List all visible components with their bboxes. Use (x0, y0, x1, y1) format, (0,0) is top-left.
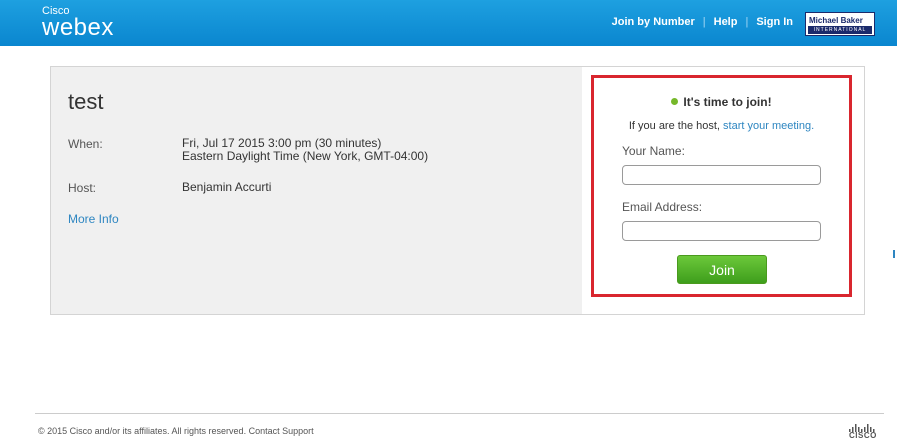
start-meeting-link[interactable]: start your meeting. (723, 120, 814, 132)
when-label: When: (68, 137, 103, 151)
email-label: Email Address: (622, 200, 703, 214)
contact-support-link[interactable]: Contact Support (249, 426, 314, 436)
host-start-text: If you are the host, (628, 120, 720, 132)
sign-in-link[interactable]: Sign In (756, 16, 793, 28)
join-status: It's time to join! (594, 95, 849, 109)
join-button[interactable]: Join (677, 255, 767, 284)
email-input[interactable] (622, 221, 821, 241)
help-link[interactable]: Help (714, 16, 738, 28)
when-value-line2: Eastern Daylight Time (New York, GMT-04:… (182, 149, 429, 163)
edge-scroll-indicator (893, 250, 895, 258)
top-header: Cisco webex Join by Number | Help | Sign In … (0, 0, 897, 46)
footer-divider (35, 413, 884, 414)
meeting-title: test (68, 89, 104, 114)
partner-logo-name: Michael Baker (809, 16, 863, 25)
your-name-input[interactable] (622, 165, 821, 185)
more-info-link[interactable]: More Info (68, 212, 119, 226)
logo-webex-text: webex (42, 14, 114, 41)
michael-baker-logo: Michael Baker INTERNATIONAL (805, 12, 875, 36)
your-name-label: Your Name: (622, 144, 685, 158)
join-by-number-link[interactable]: Join by Number (612, 16, 695, 28)
host-label: Host: (68, 181, 97, 195)
host-value: Benjamin Accurti (182, 180, 272, 194)
partner-logo-subtitle: INTERNATIONAL (808, 26, 872, 34)
cisco-logo-text: CISCO (849, 431, 877, 440)
footer-copyright: © 2015 Cisco and/or its affiliates. All … (38, 426, 314, 436)
cisco-logo: CISCO (845, 421, 885, 441)
copyright-text: © 2015 Cisco and/or its affiliates. All … (38, 426, 247, 436)
host-start-line: If you are the host, start your meeting. (594, 120, 849, 132)
meeting-info-panel: test When: Fri, Jul 17 2015 3:00 pm (30 … (51, 67, 582, 314)
join-status-text: It's time to join! (683, 95, 772, 109)
nav-separator: | (745, 16, 749, 28)
join-highlight-box: It's time to join! If you are the host, … (591, 75, 852, 297)
nav-separator: | (702, 16, 706, 28)
join-panel: It's time to join! If you are the host, … (582, 67, 864, 314)
header-nav: Join by Number | Help | Sign In (612, 16, 793, 28)
meeting-card: test When: Fri, Jul 17 2015 3:00 pm (30 … (50, 66, 865, 315)
status-dot-icon (671, 98, 679, 105)
